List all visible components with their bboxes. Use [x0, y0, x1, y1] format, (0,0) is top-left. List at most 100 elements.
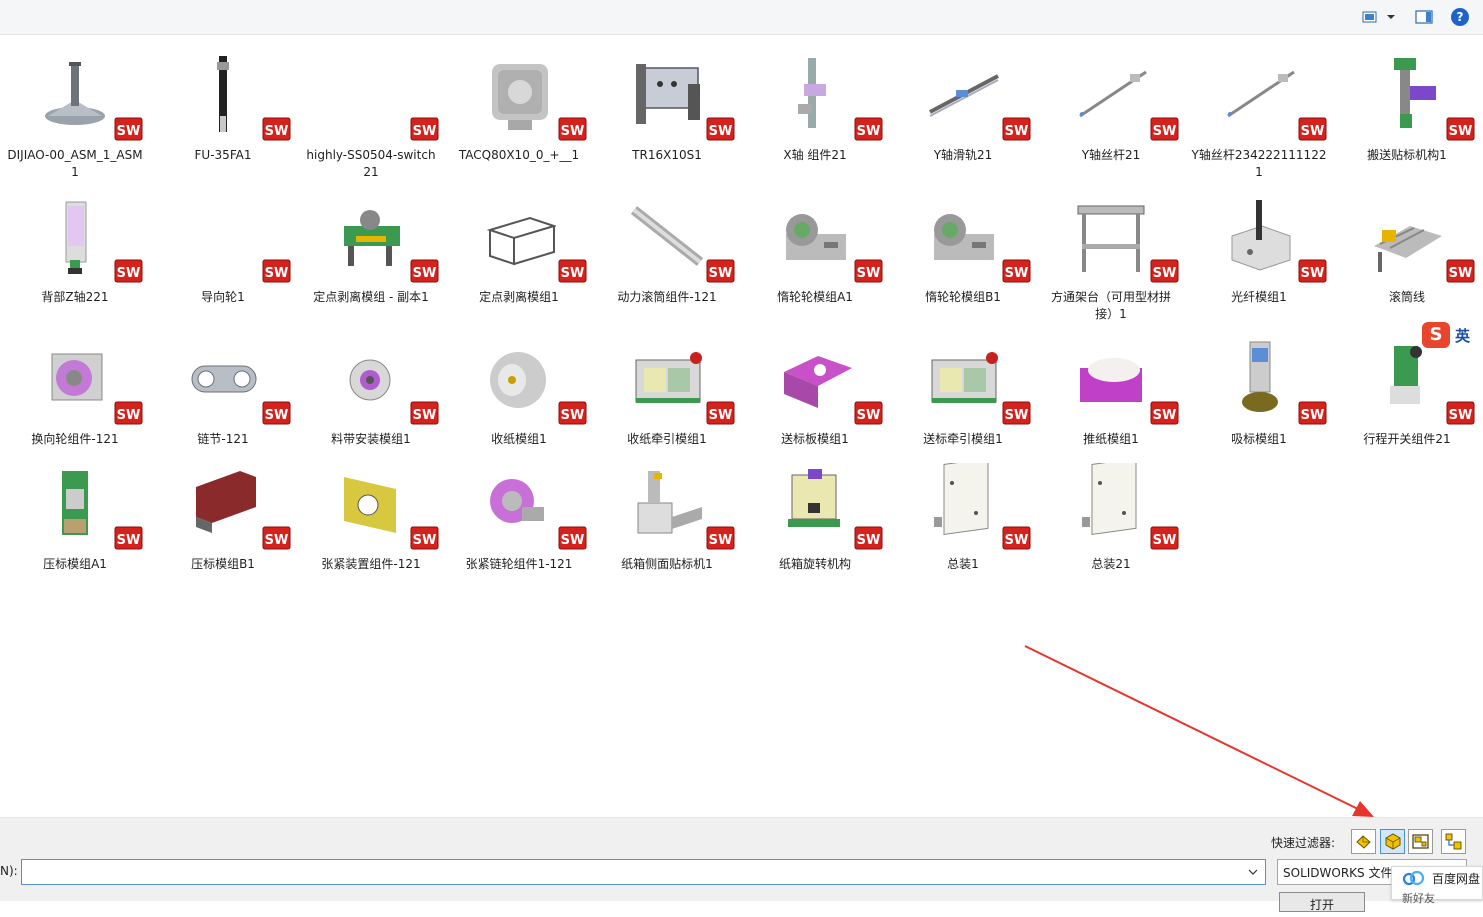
file-item[interactable]: SW 滚筒线	[1333, 178, 1481, 318]
svg-text:SW: SW	[1449, 408, 1473, 423]
solidworks-icon: SW	[558, 259, 587, 283]
svg-text:SW: SW	[561, 408, 585, 423]
solidworks-icon: SW	[1002, 526, 1031, 550]
file-item[interactable]: SW X轴 组件21	[741, 36, 889, 176]
file-item[interactable]: SW FU-35FA1	[149, 36, 297, 176]
file-item[interactable]: SW Y轴滑轨21	[889, 36, 1037, 176]
file-item[interactable]: SW 定点剥离模组1	[445, 178, 593, 318]
file-name: highly-SS0504-switch21	[306, 148, 436, 179]
file-thumbnail	[334, 463, 408, 543]
file-item[interactable]: SW 送标牵引模组1	[889, 320, 1037, 460]
solidworks-icon: SW	[410, 259, 439, 283]
file-name: 张紧装置组件-121	[321, 557, 421, 571]
file-item[interactable]: SW 光纤模组1	[1185, 178, 1333, 318]
file-item[interactable]: SW 压标模组A1	[1, 445, 149, 585]
file-item[interactable]: SW 料带安装模组1	[297, 320, 445, 460]
file-item[interactable]: SW Y轴丝杆2342221111221	[1185, 36, 1333, 179]
svg-text:SW: SW	[1301, 266, 1325, 281]
solidworks-icon: SW	[1002, 401, 1031, 425]
file-name: 定点剥离模组1	[479, 290, 559, 304]
solidworks-badge: SW	[706, 258, 736, 284]
file-item[interactable]: SW 总装21	[1037, 445, 1185, 585]
file-item[interactable]: SW 吸标模组1	[1185, 320, 1333, 460]
file-thumbnail	[1222, 338, 1296, 418]
help-icon: ?	[1451, 8, 1469, 26]
solidworks-badge: SW	[114, 525, 144, 551]
svg-text:SW: SW	[1301, 408, 1325, 423]
solidworks-icon: SW	[558, 401, 587, 425]
file-item[interactable]: SW 纸箱旋转机构	[741, 445, 889, 585]
open-button[interactable]: 打开	[1279, 892, 1365, 912]
file-item[interactable]: SW 链节-121	[149, 320, 297, 460]
file-item[interactable]: SW Y轴丝杆21	[1037, 36, 1185, 176]
solidworks-icon: SW	[114, 526, 143, 550]
file-item[interactable]: SW 张紧链轮组件1-121	[445, 445, 593, 585]
file-item[interactable]: SW 惰轮轮模组B1	[889, 178, 1037, 318]
solidworks-icon: SW	[854, 401, 883, 425]
file-thumbnail	[778, 463, 852, 543]
baidu-netdisk-popup[interactable]: 百度网盘 新好友	[1391, 866, 1483, 905]
file-thumbnail	[38, 338, 112, 418]
file-thumbnail	[778, 338, 852, 418]
file-name: 背部Z轴221	[41, 290, 109, 304]
file-thumbnail	[186, 196, 260, 276]
solidworks-badge: SW	[1002, 400, 1032, 426]
file-item[interactable]: SW 搬送贴标机构1	[1333, 36, 1481, 176]
filename-input[interactable]	[21, 859, 1266, 885]
file-item[interactable]: SW 背部Z轴221	[1, 178, 149, 318]
file-item[interactable]: SW 惰轮轮模组A1	[741, 178, 889, 318]
solidworks-icon: SW	[558, 526, 587, 550]
file-item[interactable]: SW 张紧装置组件-121	[297, 445, 445, 585]
file-item[interactable]: SW 定点剥离模组 - 副本1	[297, 178, 445, 318]
file-item[interactable]: SW TR16X10S1	[593, 36, 741, 176]
file-thumbnail	[38, 54, 112, 134]
solidworks-icon: SW	[1150, 401, 1179, 425]
help-button[interactable]: ?	[1450, 8, 1470, 26]
file-item[interactable]: SW 收纸模组1	[445, 320, 593, 460]
file-name: 纸箱侧面贴标机1	[621, 557, 713, 571]
file-thumbnail	[630, 196, 704, 276]
file-item[interactable]: SW TACQ80X10_0_+__1	[445, 36, 593, 176]
solidworks-badge: SW	[1446, 116, 1476, 142]
file-item[interactable]: SW DIJIAO-00_ASM_1_ASM1	[1, 36, 149, 179]
svg-text:SW: SW	[709, 124, 733, 139]
solidworks-badge: SW	[558, 400, 588, 426]
file-thumbnail	[778, 196, 852, 276]
file-item[interactable]: SW 收纸牵引模组1	[593, 320, 741, 460]
solidworks-icon: SW	[854, 259, 883, 283]
ime-indicator[interactable]: S 英	[1422, 322, 1480, 348]
svg-text:SW: SW	[857, 408, 881, 423]
file-item[interactable]: SW 纸箱侧面贴标机1	[593, 445, 741, 585]
svg-text:SW: SW	[1153, 533, 1177, 548]
filter-toplevel-button[interactable]	[1441, 829, 1466, 854]
filter-drawing-button[interactable]	[1408, 829, 1433, 854]
solidworks-badge: SW	[1446, 400, 1476, 426]
filter-part-button[interactable]	[1351, 829, 1376, 854]
file-item[interactable]: SW 推纸模组1	[1037, 320, 1185, 460]
file-name: 张紧链轮组件1-121	[465, 557, 573, 571]
file-item[interactable]: SW highly-SS0504-switch21	[297, 36, 445, 179]
file-item[interactable]: SW 方通架台（可用型材拼接）1	[1037, 178, 1185, 321]
solidworks-badge: SW	[854, 258, 884, 284]
svg-text:SW: SW	[1005, 533, 1029, 548]
solidworks-icon: SW	[1298, 117, 1327, 141]
view-menu-button[interactable]	[1360, 8, 1398, 26]
preview-pane-button[interactable]	[1413, 8, 1435, 26]
file-item[interactable]: SW 导向轮1	[149, 178, 297, 318]
file-item[interactable]: SW 压标模组B1	[149, 445, 297, 585]
solidworks-badge: SW	[410, 258, 440, 284]
svg-text:SW: SW	[413, 266, 437, 281]
solidworks-icon: SW	[114, 259, 143, 283]
filter-assembly-button[interactable]	[1380, 829, 1405, 854]
file-item[interactable]: SW 换向轮组件-121	[1, 320, 149, 460]
svg-text:SW: SW	[1153, 408, 1177, 423]
file-item[interactable]: SW 动力滚筒组件-121	[593, 178, 741, 318]
solidworks-badge: SW	[1002, 525, 1032, 551]
solidworks-badge: SW	[262, 116, 292, 142]
file-thumbnail	[630, 338, 704, 418]
file-item[interactable]: SW 总装1	[889, 445, 1037, 585]
svg-text:SW: SW	[117, 124, 141, 139]
filename-dropdown-icon[interactable]	[1246, 865, 1260, 879]
file-thumbnail	[482, 54, 556, 134]
file-item[interactable]: SW 送标板模组1	[741, 320, 889, 460]
